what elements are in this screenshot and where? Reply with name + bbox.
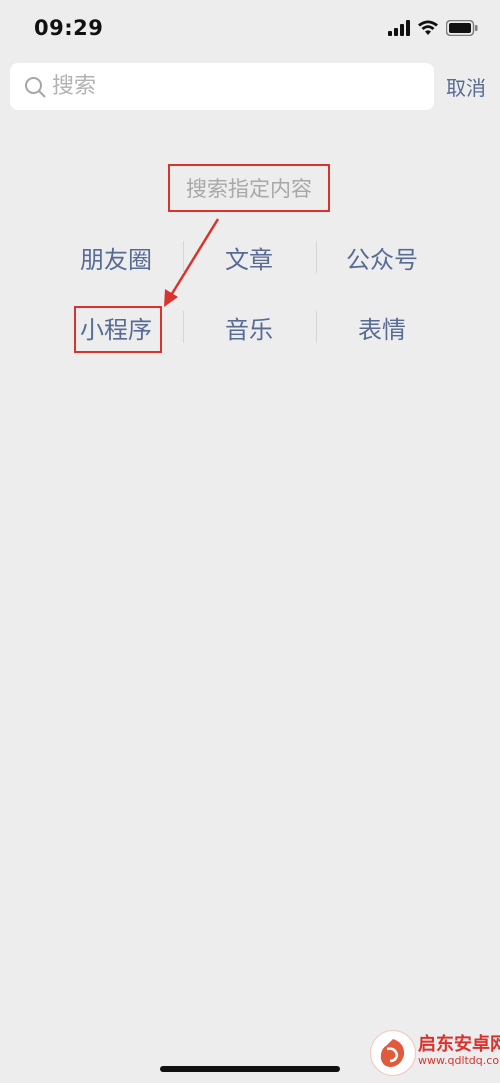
watermark-name: 启东安卓网 bbox=[418, 1034, 500, 1055]
category-official-accounts[interactable]: 公众号 bbox=[316, 237, 448, 277]
battery-icon bbox=[446, 20, 478, 36]
search-icon bbox=[25, 77, 46, 98]
home-indicator bbox=[160, 1066, 340, 1072]
category-articles[interactable]: 文章 bbox=[183, 237, 315, 277]
status-icons bbox=[388, 20, 478, 36]
category-mini-programs[interactable]: 小程序 bbox=[50, 307, 182, 347]
watermark: 启东安卓网 www.qdltdq.com bbox=[360, 1018, 500, 1083]
watermark-url: www.qdltdq.com bbox=[418, 1054, 500, 1067]
status-time: 09:29 bbox=[34, 16, 104, 40]
category-stickers[interactable]: 表情 bbox=[316, 307, 448, 347]
search-input[interactable] bbox=[52, 63, 422, 110]
category-moments[interactable]: 朋友圈 bbox=[50, 237, 182, 277]
watermark-logo-icon bbox=[370, 1030, 416, 1076]
category-music[interactable]: 音乐 bbox=[183, 307, 315, 347]
wifi-icon bbox=[418, 20, 438, 35]
cellular-signal-icon bbox=[388, 20, 410, 36]
section-title: 搜索指定内容 bbox=[168, 164, 330, 212]
search-box[interactable] bbox=[10, 63, 434, 110]
cancel-button[interactable]: 取消 bbox=[446, 72, 486, 101]
status-bar: 09:29 bbox=[0, 0, 500, 60]
